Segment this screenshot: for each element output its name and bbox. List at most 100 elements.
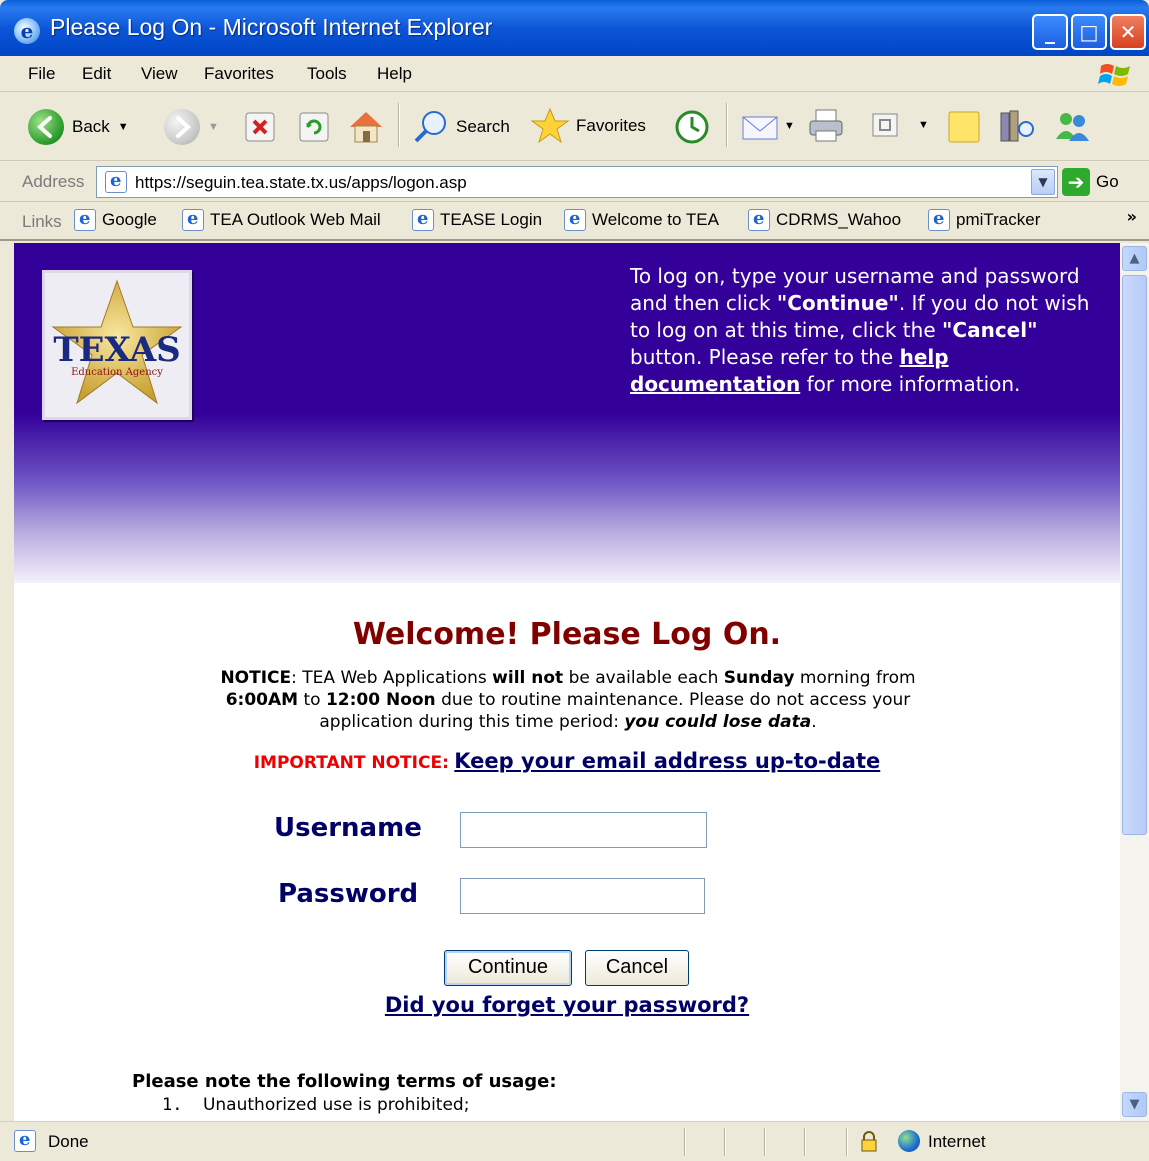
forgot-password: Did you forget your password? <box>14 993 1120 1017</box>
notice-text: : TEA Web Applications <box>291 668 493 688</box>
menu-file[interactable]: File <box>28 64 55 84</box>
username-label: Username <box>274 813 422 843</box>
search-button[interactable]: Search <box>412 109 510 145</box>
research-button[interactable] <box>996 107 1036 145</box>
printer-icon <box>809 109 843 142</box>
refresh-button[interactable] <box>298 111 330 143</box>
status-divider <box>846 1128 848 1156</box>
address-input[interactable]: https://seguin.tea.state.tx.us/apps/logo… <box>96 166 1058 198</box>
maximize-button[interactable]: □ <box>1071 14 1107 50</box>
cancel-button[interactable]: Cancel <box>585 950 689 986</box>
back-dropdown-icon[interactable]: ▼ <box>118 121 129 133</box>
link-label: CDRMS_Wahoo <box>776 210 902 229</box>
instructions-text: button. Please refer to the <box>630 345 900 369</box>
scroll-down-icon[interactable]: ▼ <box>1122 1092 1147 1117</box>
header-banner: TEXAS Education Agency To log on, type y… <box>14 243 1120 583</box>
search-icon <box>414 111 446 143</box>
menu-bar: File Edit View Favorites Tools Help <box>0 56 1149 92</box>
edit-dropdown-icon[interactable]: ▼ <box>918 119 929 131</box>
link-cdrms-wahoo[interactable]: CDRMS_Wahoo <box>748 208 902 231</box>
menu-help[interactable]: Help <box>377 64 412 84</box>
ie-page-icon <box>564 208 586 231</box>
star-icon <box>530 107 570 144</box>
back-arrow-icon <box>28 109 64 145</box>
notice-text: . <box>811 712 817 732</box>
print-button[interactable] <box>806 107 846 145</box>
internet-zone-icon <box>898 1130 920 1152</box>
back-label: Back <box>72 117 110 136</box>
page-content: TEXAS Education Agency To log on, type y… <box>14 243 1120 1121</box>
history-icon <box>675 110 709 144</box>
ie-icon: e <box>14 18 40 44</box>
terms-heading: Please note the following terms of usage… <box>132 1071 557 1092</box>
scroll-up-icon[interactable]: ▲ <box>1122 246 1147 271</box>
notice-bold: 12:00 Noon <box>325 690 436 710</box>
cancel-quote: "Cancel" <box>941 318 1038 342</box>
forward-button[interactable]: ▼ <box>164 109 219 145</box>
ie-page-icon <box>74 208 96 231</box>
links-more-icon[interactable]: » <box>1127 207 1137 226</box>
menu-edit[interactable]: Edit <box>82 64 111 84</box>
link-welcome-to-tea[interactable]: Welcome to TEA <box>564 208 719 231</box>
close-button[interactable]: ✕ <box>1110 14 1146 50</box>
status-divider <box>764 1128 766 1156</box>
continue-quote: "Continue" <box>776 291 899 315</box>
link-label: TEA Outlook Web Mail <box>210 210 381 229</box>
important-notice: IMPORTANT NOTICE: Keep your email addres… <box>14 749 1120 773</box>
stop-button[interactable] <box>244 111 276 143</box>
address-label: Address <box>22 172 85 191</box>
status-bar: Done Internet <box>0 1121 1149 1161</box>
toolbar-separator <box>726 103 728 147</box>
username-input[interactable] <box>460 812 707 848</box>
forward-dropdown-icon[interactable]: ▼ <box>208 121 219 133</box>
home-button[interactable] <box>346 107 386 145</box>
vertical-scrollbar[interactable]: ▲ ▼ <box>1120 243 1149 1121</box>
back-button[interactable]: Back ▼ <box>28 109 129 145</box>
terms-item: 1. Unauthorized use is prohibited; <box>162 1095 469 1115</box>
notice-text: morning from <box>794 668 916 688</box>
link-google[interactable]: Google <box>74 208 157 231</box>
address-dropdown-icon[interactable]: ▼ <box>1031 169 1055 195</box>
discuss-button[interactable] <box>946 109 982 145</box>
search-label: Search <box>456 117 510 136</box>
page-status-icon <box>14 1129 36 1152</box>
email-update-link[interactable]: Keep your email address up-to-date <box>454 749 880 773</box>
messenger-button[interactable] <box>1052 107 1092 145</box>
lock-icon <box>861 1131 877 1152</box>
mail-button[interactable]: ▼ <box>740 109 795 143</box>
links-bar: Links Google TEA Outlook Web Mail TEASE … <box>0 203 1149 241</box>
minimize-button[interactable]: _ <box>1032 14 1068 50</box>
address-url[interactable]: https://seguin.tea.state.tx.us/apps/logo… <box>135 173 467 193</box>
ie-page-icon <box>412 208 434 231</box>
favorites-button[interactable]: Favorites <box>530 107 646 145</box>
edit-button[interactable]: ▼ <box>870 111 929 139</box>
menu-view[interactable]: View <box>141 64 178 84</box>
link-pmitracker[interactable]: pmiTracker <box>928 208 1040 231</box>
menu-tools[interactable]: Tools <box>307 64 347 84</box>
favorites-label: Favorites <box>576 116 646 135</box>
mail-dropdown-icon[interactable]: ▼ <box>784 120 795 132</box>
notice-label: NOTICE <box>220 668 292 688</box>
go-label: Go <box>1096 172 1119 191</box>
windows-logo-icon <box>1098 64 1130 86</box>
instructions-text: for more information. <box>800 372 1021 396</box>
continue-button[interactable]: Continue <box>444 950 572 986</box>
tea-logo: TEXAS Education Agency <box>42 270 192 420</box>
password-input[interactable] <box>460 878 705 914</box>
refresh-icon <box>299 112 329 142</box>
history-button[interactable] <box>674 109 710 145</box>
home-icon <box>350 112 382 143</box>
address-bar: Address https://seguin.tea.state.tx.us/a… <box>0 162 1149 202</box>
go-button[interactable]: ➔ Go <box>1062 168 1119 196</box>
link-tease-login[interactable]: TEASE Login <box>412 208 542 231</box>
ie-page-icon <box>182 208 204 231</box>
link-tea-outlook[interactable]: TEA Outlook Web Mail <box>182 208 381 231</box>
menu-favorites[interactable]: Favorites <box>204 64 274 84</box>
forgot-password-link[interactable]: Did you forget your password? <box>385 993 749 1017</box>
page-icon <box>105 170 127 193</box>
logo-subtext: Education Agency <box>71 367 163 378</box>
messenger-icon <box>1056 113 1089 141</box>
status-divider <box>724 1128 726 1156</box>
link-label: Google <box>102 210 157 229</box>
scroll-thumb[interactable] <box>1122 275 1147 835</box>
